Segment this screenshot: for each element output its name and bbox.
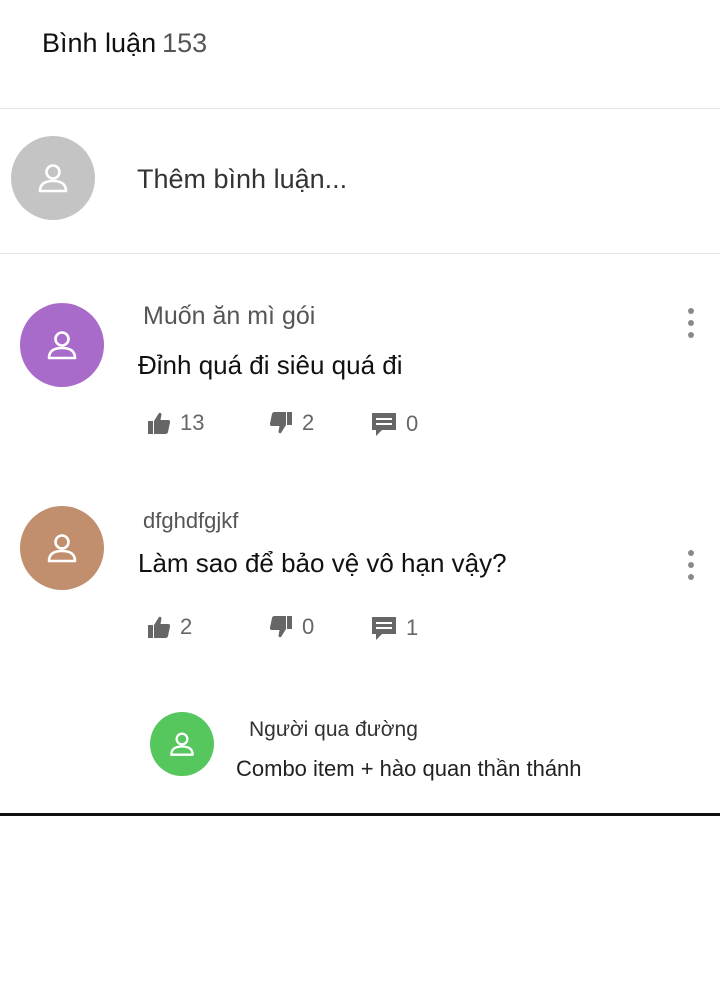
- dislike-button[interactable]: 0: [268, 614, 314, 640]
- like-button[interactable]: 13: [146, 410, 204, 436]
- comment-actions: 13 2 0: [0, 410, 720, 446]
- reply-author[interactable]: Người qua đường: [249, 718, 418, 742]
- add-comment-row[interactable]: Thêm bình luận...: [0, 109, 720, 254]
- user-icon: [170, 732, 194, 756]
- page-title: Bình luận 153: [42, 28, 207, 59]
- comment-author[interactable]: Muốn ăn mì gói: [143, 302, 315, 331]
- header-title-label: Bình luận: [42, 28, 157, 58]
- more-vertical-icon: [688, 574, 694, 580]
- comment-icon: [372, 413, 396, 436]
- comment-item: Muốn ăn mì gói Đỉnh quá đi siêu quá đi 1…: [0, 290, 720, 470]
- user-icon: [47, 331, 77, 360]
- user-icon: [47, 534, 77, 563]
- like-count: 2: [180, 614, 193, 639]
- more-vertical-icon: [688, 562, 694, 568]
- avatar[interactable]: [20, 303, 104, 387]
- like-button[interactable]: 2: [146, 614, 192, 640]
- reply-button[interactable]: 1: [370, 614, 418, 642]
- reply-count: 1: [406, 615, 419, 640]
- divider: [0, 813, 720, 816]
- reply-button[interactable]: 0: [370, 410, 418, 438]
- user-avatar: [11, 136, 95, 220]
- comment-icon: [372, 617, 396, 640]
- avatar[interactable]: [20, 506, 104, 590]
- add-comment-input[interactable]: Thêm bình luận...: [137, 164, 347, 195]
- dislike-button[interactable]: 2: [268, 410, 314, 436]
- thumbs-up-icon: [148, 616, 171, 638]
- reply-text: Combo item + hào quan thần thánh: [236, 756, 582, 781]
- dislike-count: 0: [302, 614, 315, 639]
- more-vertical-icon: [688, 308, 694, 314]
- more-vertical-icon: [688, 550, 694, 556]
- more-options-button[interactable]: [682, 308, 700, 338]
- more-vertical-icon: [688, 320, 694, 326]
- more-options-button[interactable]: [682, 550, 700, 580]
- comment-text: Làm sao để bảo vệ vô hạn vậy?: [138, 548, 507, 578]
- like-count: 13: [180, 410, 205, 435]
- comment-count: 153: [162, 28, 208, 58]
- reply-count: 0: [406, 411, 419, 436]
- avatar[interactable]: [150, 712, 214, 776]
- thumbs-down-icon: [269, 616, 292, 638]
- reply-item: Người qua đường Combo item + hào quan th…: [0, 700, 720, 800]
- comment-author[interactable]: dfghdfgjkf: [143, 508, 238, 534]
- comment-text: Đỉnh quá đi siêu quá đi: [138, 350, 403, 380]
- user-icon: [38, 164, 68, 193]
- comment-actions: 2 0 1: [0, 614, 720, 650]
- thumbs-up-icon: [148, 412, 171, 434]
- more-vertical-icon: [688, 332, 694, 338]
- comment-item: dfghdfgjkf Làm sao để bảo vệ vô hạn vậy?…: [0, 500, 720, 660]
- dislike-count: 2: [302, 410, 315, 435]
- comments-header: Bình luận 153: [0, 0, 720, 109]
- thumbs-down-icon: [269, 412, 292, 434]
